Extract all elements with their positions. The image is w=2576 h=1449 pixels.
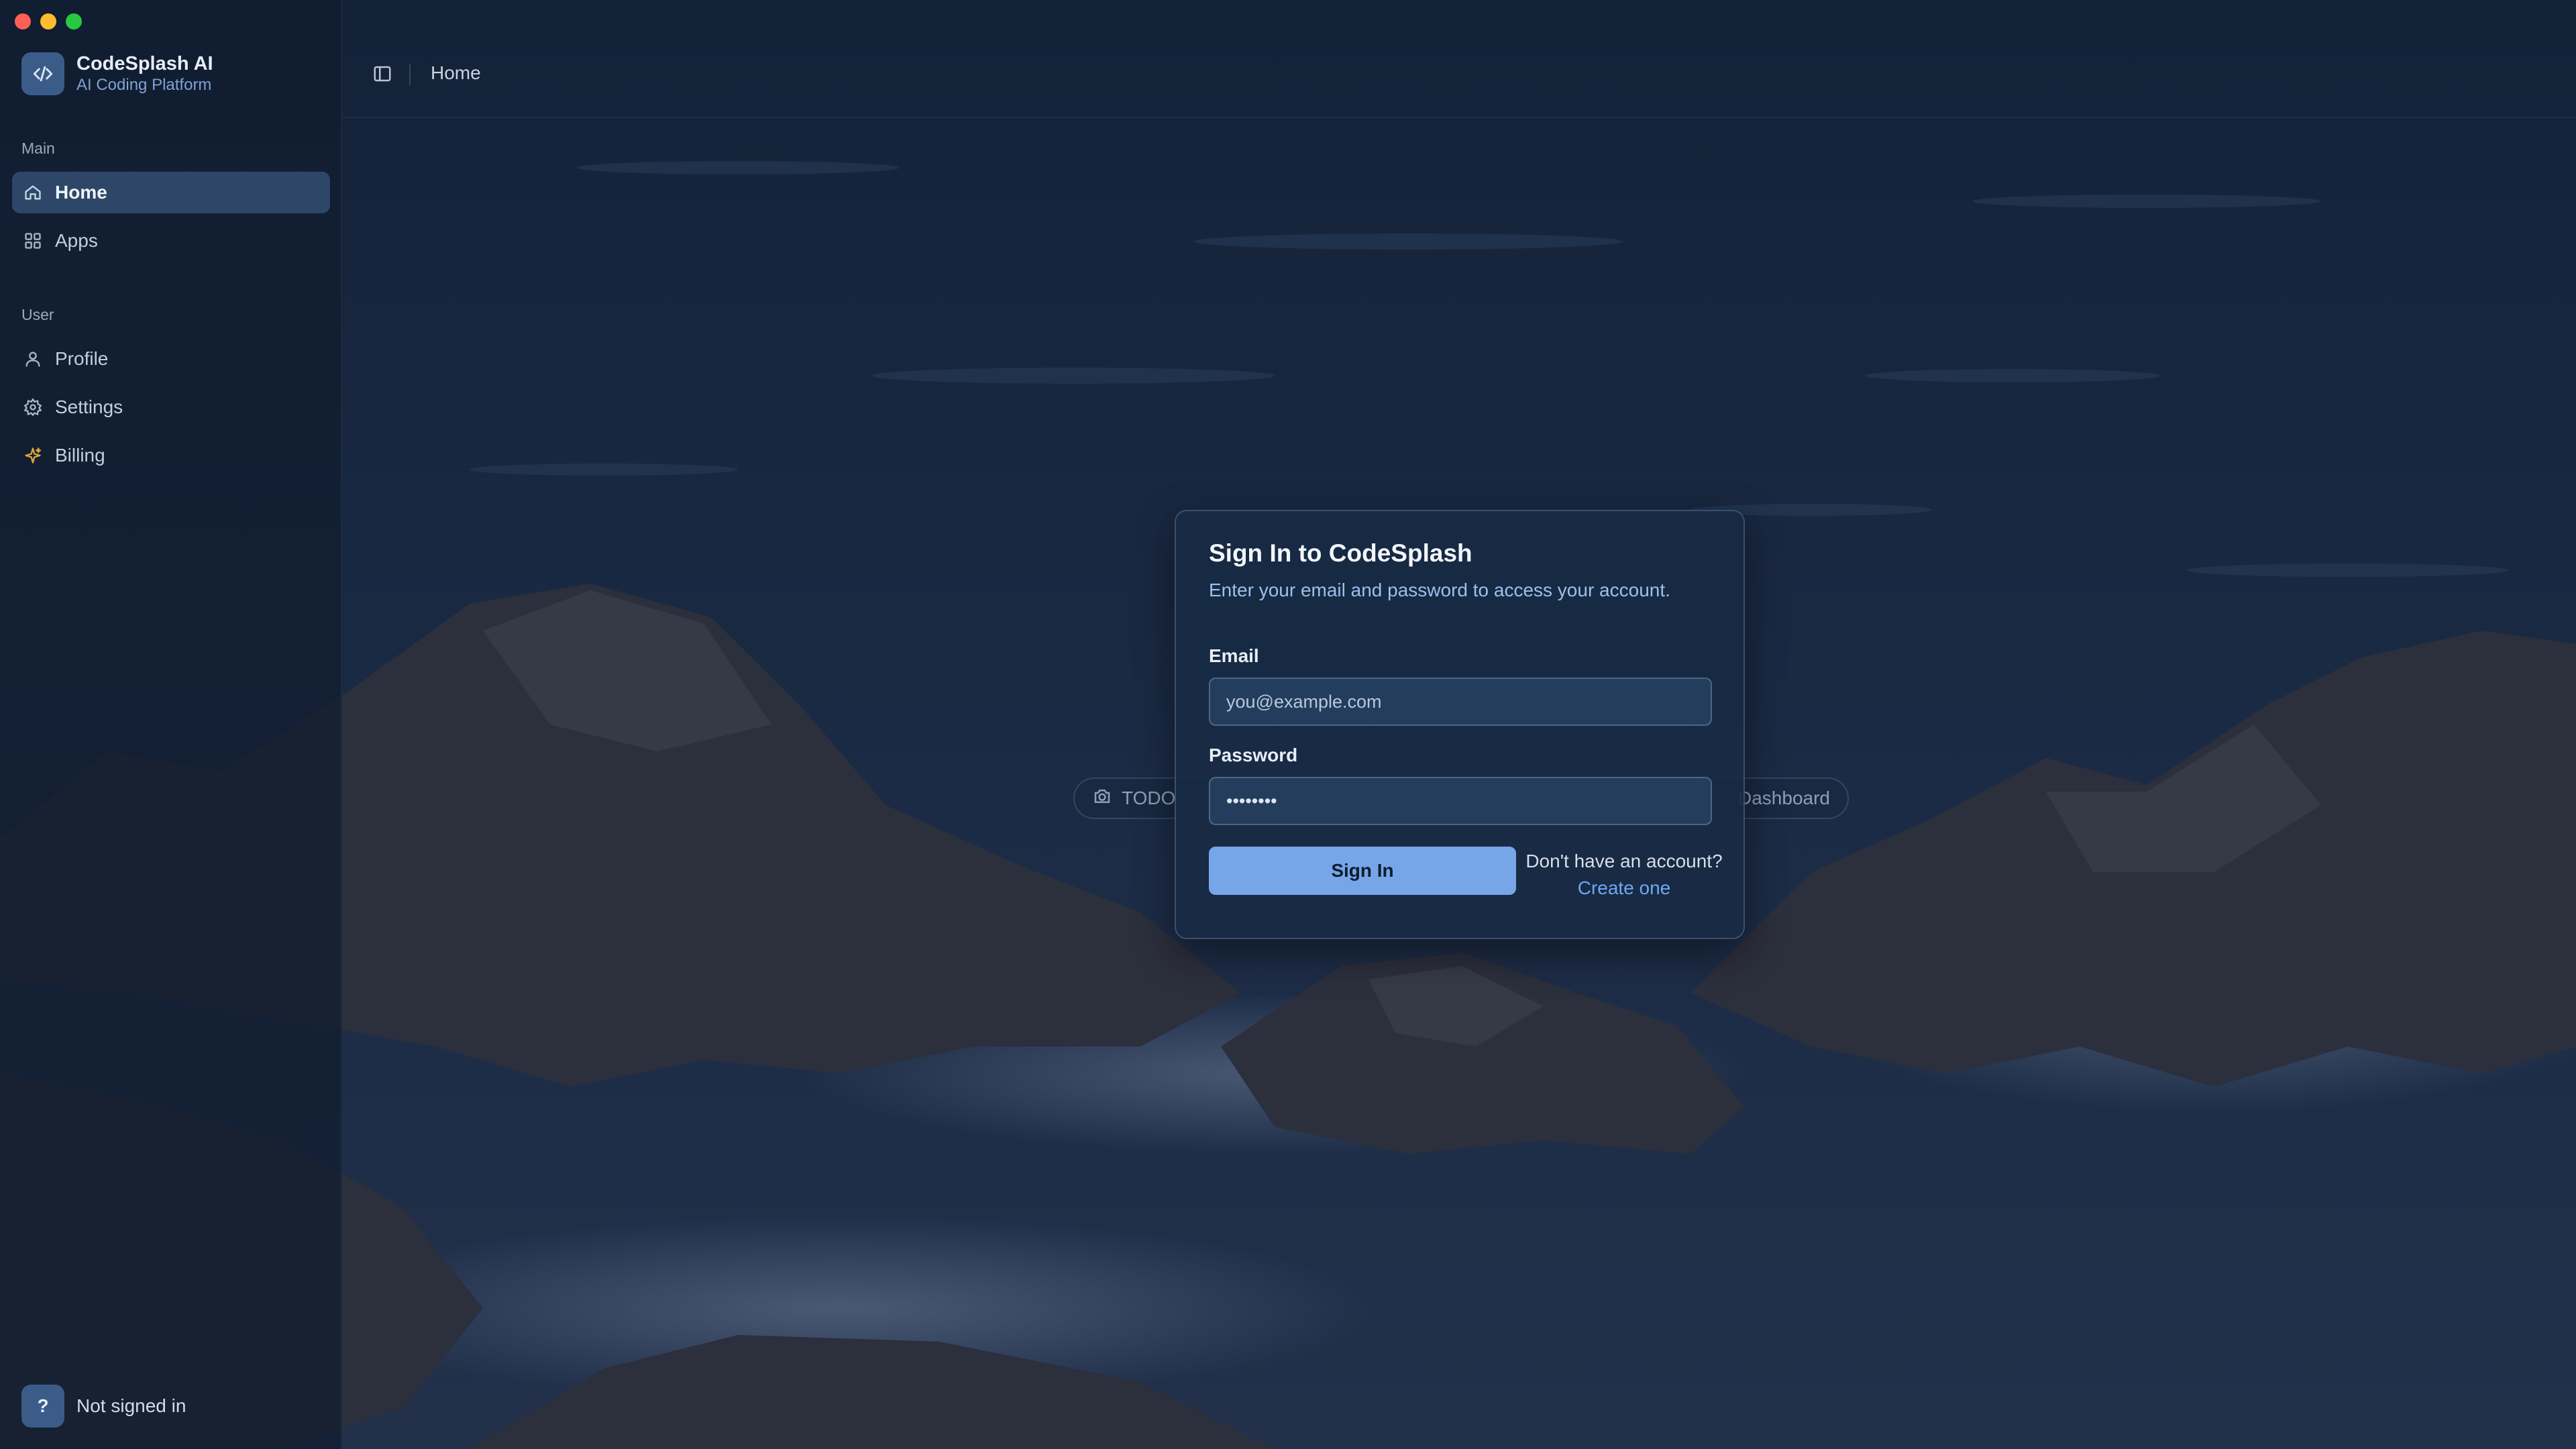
brand[interactable]: CodeSplash AI AI Coding Platform xyxy=(21,52,213,95)
grid-icon xyxy=(23,231,43,251)
sidebar-toggle-icon[interactable] xyxy=(369,60,396,87)
camera-icon xyxy=(1092,786,1112,811)
dialog-title: Sign In to CodeSplash xyxy=(1209,539,1472,567)
user-icon xyxy=(23,349,43,369)
sidebar-item-label: Profile xyxy=(55,348,109,369)
signin-button[interactable]: Sign In xyxy=(1209,847,1516,895)
section-label-user: User xyxy=(21,306,54,323)
email-label: Email xyxy=(1209,645,1259,666)
sidebar-item-apps[interactable]: Apps xyxy=(12,220,330,262)
chip-label: Dashboard xyxy=(1738,788,1830,808)
sidebar-item-label: Home xyxy=(55,182,107,203)
header-divider xyxy=(409,64,411,86)
sidebar-item-profile[interactable]: Profile xyxy=(12,338,330,380)
create-account-link[interactable]: Create one xyxy=(1578,877,1671,898)
dialog-subtitle: Enter your email and password to access … xyxy=(1209,580,1670,600)
password-field[interactable] xyxy=(1209,777,1712,825)
password-label: Password xyxy=(1209,745,1298,765)
minimize-window-button[interactable] xyxy=(40,13,56,30)
brand-name: CodeSplash AI xyxy=(76,53,213,74)
signin-status-text: Not signed in xyxy=(76,1395,186,1416)
signup-prompt: Don't have an account? Create one xyxy=(1523,848,1725,902)
sidebar: CodeSplash AI AI Coding Platform Main Ho… xyxy=(0,0,342,1449)
user-status[interactable]: ? Not signed in xyxy=(21,1385,186,1428)
sidebar-item-label: Settings xyxy=(55,396,123,417)
sparkle-icon xyxy=(23,445,43,466)
brand-subtitle: AI Coding Platform xyxy=(76,76,212,94)
code-icon xyxy=(21,52,64,95)
close-window-button[interactable] xyxy=(15,13,31,30)
breadcrumb[interactable]: Home xyxy=(431,62,481,84)
gear-icon xyxy=(23,397,43,417)
home-icon xyxy=(23,182,43,203)
signin-dialog: Sign In to CodeSplash Enter your email a… xyxy=(1175,510,1745,939)
chip-label: TODO xyxy=(1122,788,1176,808)
help-icon: ? xyxy=(21,1385,64,1428)
zoom-window-button[interactable] xyxy=(66,13,82,30)
sidebar-item-label: Billing xyxy=(55,445,105,466)
sidebar-item-home[interactable]: Home xyxy=(12,172,330,213)
sidebar-item-settings[interactable]: Settings xyxy=(12,386,330,428)
window-controls xyxy=(15,13,82,30)
top-header: Home xyxy=(342,0,2576,118)
email-field[interactable] xyxy=(1209,678,1712,726)
sidebar-item-label: Apps xyxy=(55,230,98,251)
sidebar-item-billing[interactable]: Billing xyxy=(12,435,330,476)
signup-prompt-text: Don't have an account? xyxy=(1525,851,1723,871)
section-label-main: Main xyxy=(21,140,55,157)
